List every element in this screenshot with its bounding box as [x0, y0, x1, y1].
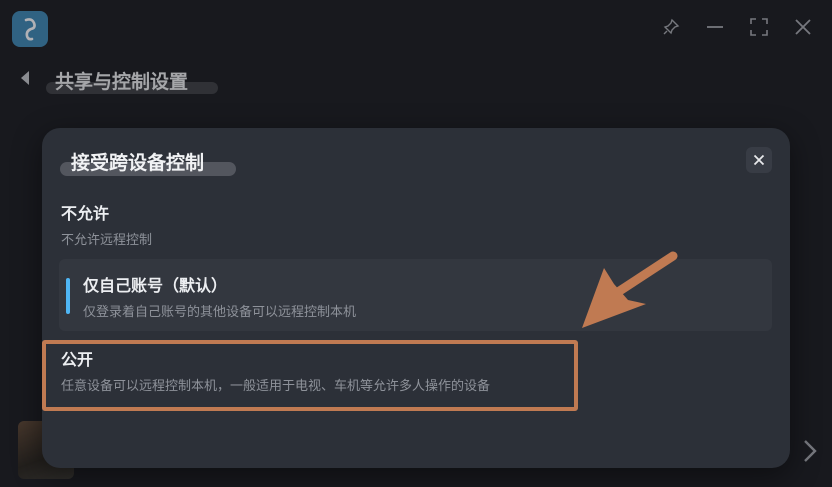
option-own-account[interactable]: 仅自己账号（默认） 仅登录着自己账号的其他设备可以远程控制本机: [59, 259, 772, 331]
option-description: 不允许远程控制: [61, 233, 153, 248]
option-title: 不允许: [61, 204, 110, 223]
annotation-highlight-box: [42, 340, 578, 411]
close-icon[interactable]: [746, 147, 772, 173]
option-deny[interactable]: 不允许 不允许远程控制: [61, 200, 773, 248]
selected-indicator: [66, 278, 70, 314]
control-permission-dialog: 接受跨设备控制 不允许 不允许远程控制 仅自己账号（默认） 仅登录着自己账号的其…: [42, 128, 790, 468]
dialog-title: 接受跨设备控制: [71, 152, 205, 174]
option-description: 仅登录着自己账号的其他设备可以远程控制本机: [83, 305, 357, 320]
option-title: 仅自己账号（默认）: [83, 276, 228, 295]
